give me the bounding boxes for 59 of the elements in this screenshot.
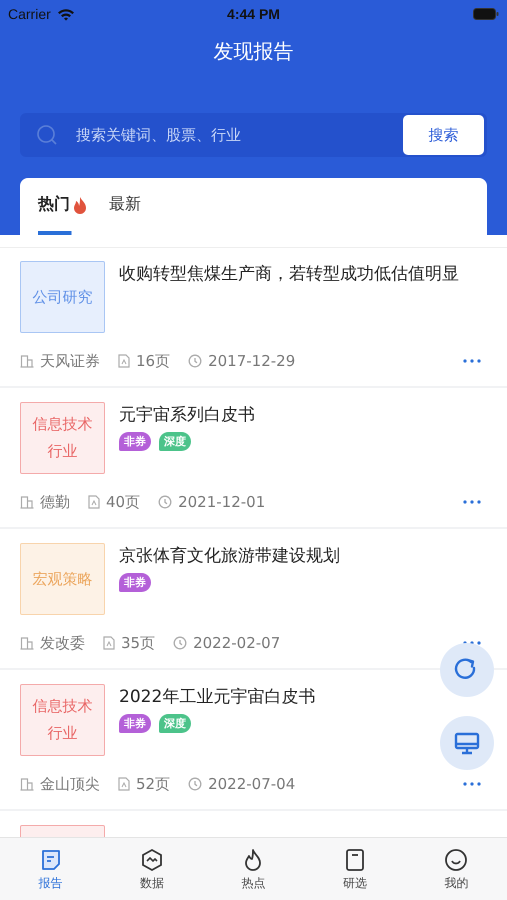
search-icon: [36, 124, 58, 146]
page-count: 40页: [106, 492, 140, 512]
search-field[interactable]: 搜索关键词、股票、行业 搜索: [20, 113, 487, 157]
document-icon: [88, 495, 100, 509]
tag: 深度: [159, 714, 191, 733]
clock-icon: [188, 354, 202, 368]
building-icon: [20, 777, 34, 791]
building-icon: [20, 495, 34, 509]
report-date: 2022-02-07: [193, 634, 280, 652]
tab[interactable]: 热门: [38, 178, 87, 235]
report-date: 2021-12-01: [178, 493, 266, 511]
clock-icon: [158, 495, 172, 509]
more-icon[interactable]: [463, 782, 481, 786]
category-label: 公司研究: [20, 261, 105, 333]
tab-bar-item[interactable]: 热点: [223, 838, 284, 900]
clock-time: 4:44 PM: [227, 6, 280, 22]
report-title: 元宇宙系列白皮书: [119, 404, 256, 427]
category-label: 宏观策略: [20, 543, 105, 615]
wifi-icon: [56, 8, 75, 20]
tab-bar-item[interactable]: 研选: [324, 838, 385, 900]
tab-bar-item[interactable]: 我的: [426, 838, 486, 900]
category-label: 信息技术行业: [20, 402, 105, 474]
search-button[interactable]: 搜索: [403, 115, 484, 155]
hexagon-pulse-icon: [140, 848, 164, 872]
smiley-icon: [444, 848, 468, 872]
tag: 非券: [119, 432, 151, 451]
report-card[interactable]: 公司研究 收购转型焦煤生产商，若转型成功低估值明显 天风证券 16页 2017-12-29: [0, 247, 507, 388]
document-icon: [103, 636, 115, 650]
report-title: 收购转型焦煤生产商，若转型成功低估值明显: [119, 263, 460, 286]
tag: 深度: [159, 432, 191, 451]
page-title: 发现报告: [212, 38, 294, 65]
page-count: 52页: [136, 774, 170, 794]
tag: 非券: [119, 714, 151, 733]
carrier-name: Carrier: [8, 6, 51, 22]
clock-icon: [188, 777, 202, 791]
source-name: 发改委: [40, 634, 85, 652]
clock-icon: [173, 636, 188, 650]
tag: 非券: [119, 573, 151, 592]
document-icon: [118, 777, 130, 791]
document-icon: [118, 354, 130, 368]
building-icon: [20, 636, 34, 650]
tab-bar-item[interactable]: 报告: [20, 838, 81, 900]
report-date: 2022-07-04: [208, 775, 296, 793]
category-label: 信息技术行业: [20, 684, 105, 756]
tab-bar-item[interactable]: 数据: [122, 838, 182, 900]
report-title: 2022年工业元宇宙白皮书: [119, 686, 316, 709]
report-card[interactable]: 信息技术行业 元宇宙系列白皮书 非券 深度 德勤 40页 2021-12-01: [0, 388, 507, 529]
building-icon: [20, 354, 34, 368]
battery-icon: [472, 8, 499, 20]
more-icon[interactable]: [463, 500, 481, 504]
report-title: 京张体育文化旅游带建设规划: [119, 545, 341, 568]
tab[interactable]: 最新: [109, 178, 141, 235]
more-icon[interactable]: [463, 359, 481, 363]
report-date: 2017-12-29: [208, 352, 296, 370]
source-name: 德勤: [40, 492, 70, 512]
source-name: 天风证券: [40, 352, 100, 370]
source-name: 金山顶尖: [40, 774, 100, 794]
page-count: 16页: [136, 352, 170, 370]
page-count: 35页: [121, 634, 156, 652]
